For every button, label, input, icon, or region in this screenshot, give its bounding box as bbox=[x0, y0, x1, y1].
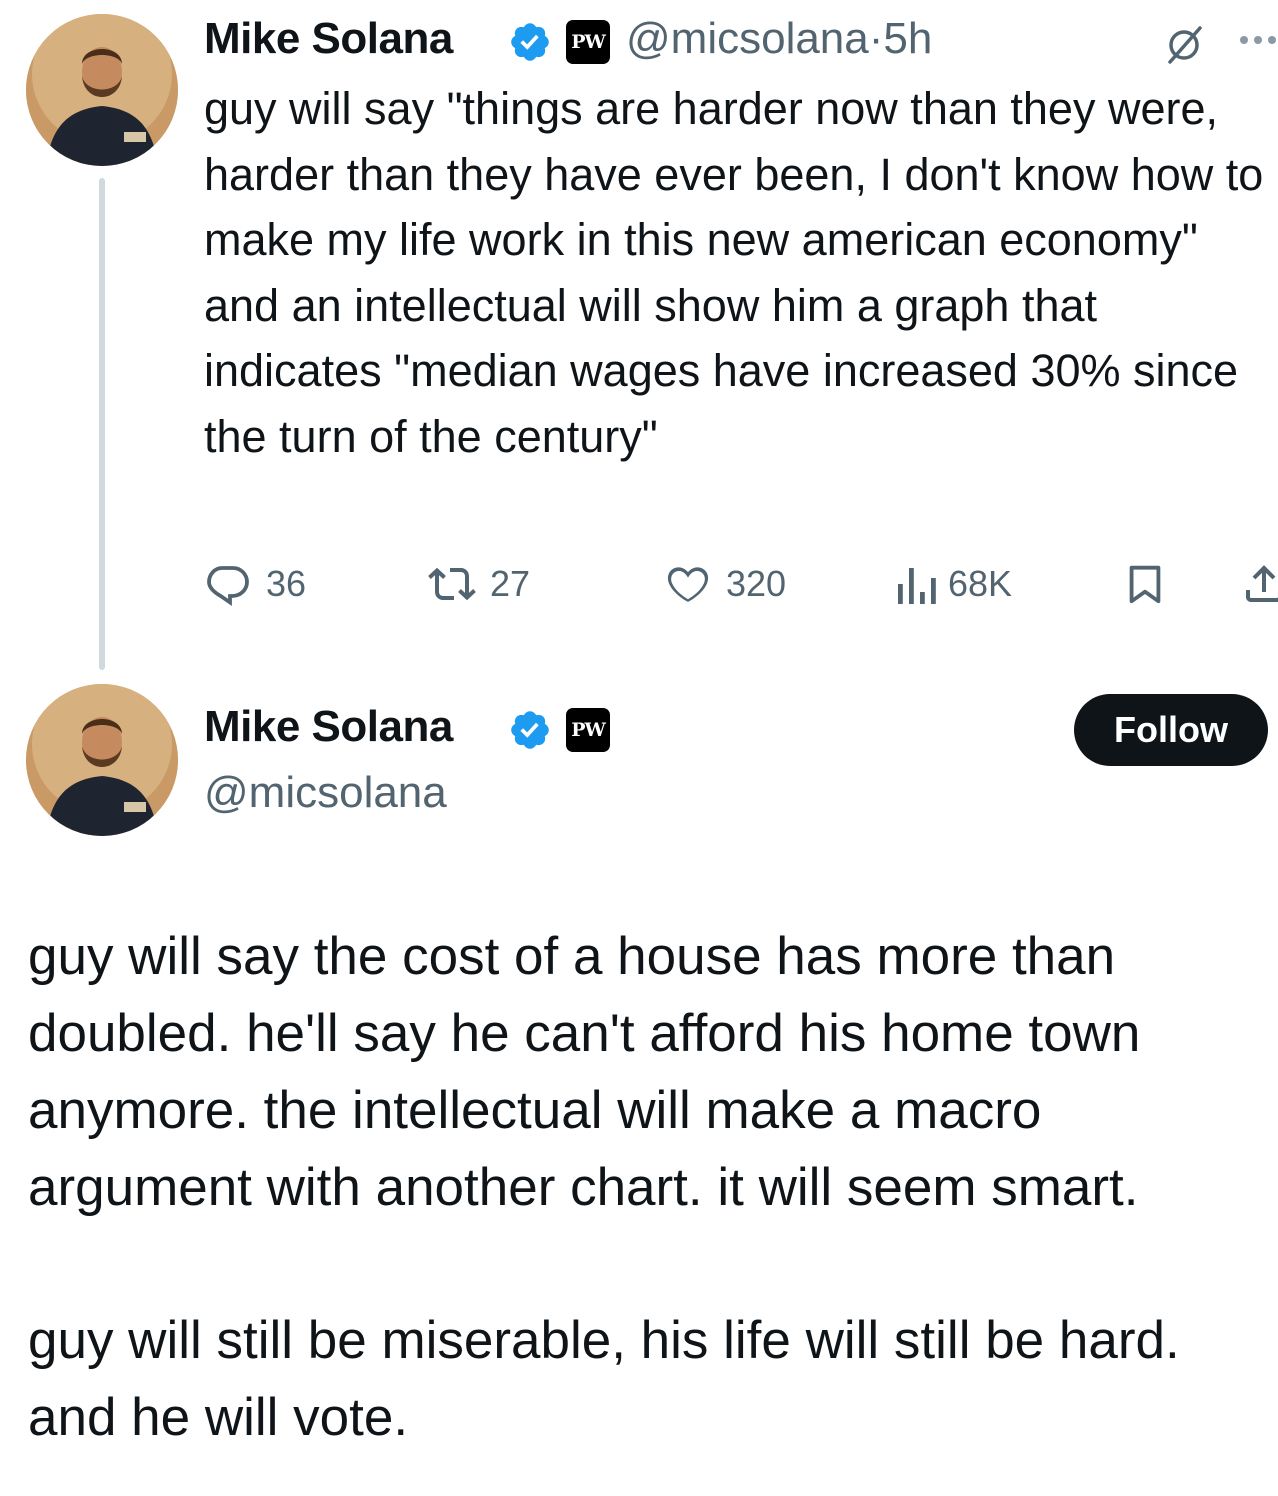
more-icon[interactable] bbox=[1238, 34, 1278, 53]
repost-count: 27 bbox=[490, 563, 531, 604]
share-button[interactable] bbox=[1240, 560, 1278, 613]
avatar[interactable] bbox=[26, 684, 178, 836]
views-button[interactable]: 68K bbox=[894, 560, 1012, 608]
author-handle[interactable]: @micsolana·5h bbox=[626, 14, 932, 64]
affiliate-badge[interactable]: PW bbox=[566, 20, 610, 64]
author-name[interactable]: Mike Solana bbox=[204, 14, 453, 64]
reply-button[interactable]: 36 bbox=[204, 560, 306, 608]
share-icon bbox=[1246, 565, 1278, 602]
repost-icon bbox=[428, 567, 476, 601]
affiliate-badge[interactable]: PW bbox=[566, 708, 610, 752]
reply-icon bbox=[207, 566, 249, 607]
thread-line bbox=[99, 178, 105, 670]
views-icon bbox=[898, 568, 936, 604]
like-icon bbox=[667, 567, 709, 602]
grok-icon[interactable] bbox=[1162, 22, 1206, 71]
bookmark-button[interactable] bbox=[1122, 560, 1168, 613]
verified-icon[interactable] bbox=[508, 708, 552, 757]
like-count: 320 bbox=[726, 563, 787, 604]
follow-button[interactable]: Follow bbox=[1074, 694, 1268, 766]
timestamp[interactable]: 5h bbox=[883, 14, 932, 63]
handle-text: @micsolana bbox=[626, 14, 869, 63]
like-button[interactable]: 320 bbox=[664, 560, 786, 608]
tweet-paragraph: guy will say the cost of a house has mor… bbox=[28, 927, 1156, 1217]
author-handle[interactable]: @micsolana bbox=[204, 768, 447, 818]
separator: · bbox=[868, 14, 884, 63]
repost-button[interactable]: 27 bbox=[428, 560, 530, 608]
tweet-paragraph: guy will still be miserable, his life wi… bbox=[28, 1311, 1195, 1447]
avatar[interactable] bbox=[26, 14, 178, 166]
tweet-text: guy will say "things are harder now than… bbox=[204, 83, 1276, 462]
bookmark-icon bbox=[1129, 565, 1161, 604]
views-count: 68K bbox=[948, 563, 1013, 604]
verified-icon[interactable] bbox=[508, 20, 552, 69]
reply-count: 36 bbox=[266, 563, 307, 604]
author-name[interactable]: Mike Solana bbox=[204, 702, 453, 752]
